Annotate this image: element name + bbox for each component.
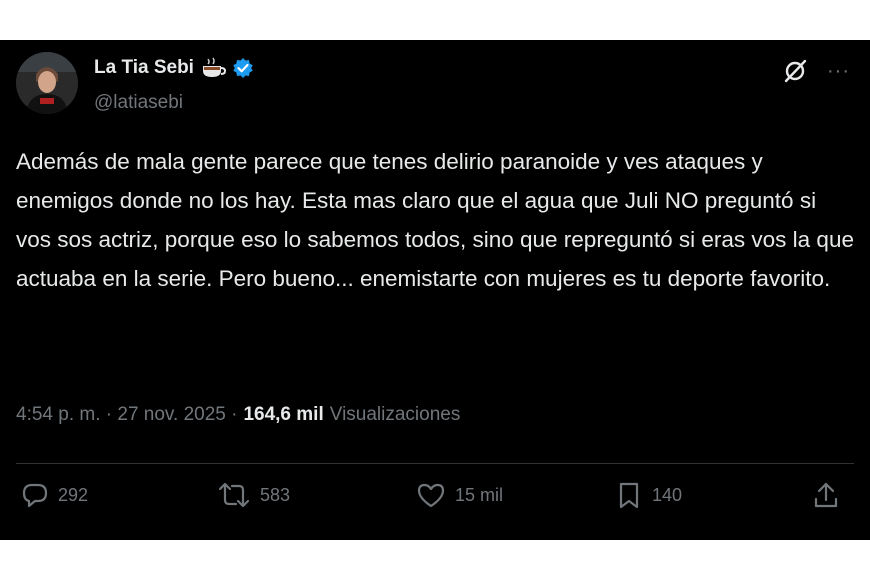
tweet-text: Además de mala gente parece que tenes de…: [16, 149, 854, 291]
coffee-emoji-icon: [200, 57, 226, 79]
reply-count: 292: [58, 484, 89, 505]
divider: [16, 463, 854, 464]
share-icon: [811, 480, 841, 510]
verified-badge-icon[interactable]: [232, 57, 254, 79]
author-handle[interactable]: @latiasebi: [94, 92, 183, 114]
tweet-meta: 4:54 p. m. · 27 nov. 2025 · 164,6 mil Vi…: [16, 404, 460, 426]
tweet-card: La Tia Sebi @latiasebi ··· Además de mal…: [0, 40, 870, 540]
avatar[interactable]: [16, 52, 78, 114]
reply-button[interactable]: 292: [20, 480, 88, 510]
action-bar: 292 583 15 mil 140: [16, 480, 854, 520]
author-name[interactable]: La Tia Sebi: [94, 57, 194, 79]
bookmark-count: 140: [652, 484, 683, 505]
author-name-row: La Tia Sebi: [94, 57, 254, 79]
grok-icon[interactable]: [783, 58, 809, 84]
more-icon[interactable]: ···: [827, 61, 850, 81]
like-button[interactable]: 15 mil: [415, 480, 503, 510]
header-actions: ···: [783, 58, 850, 84]
repost-icon: [216, 480, 252, 510]
views-label: Visualizaciones: [329, 404, 461, 425]
share-button[interactable]: [811, 480, 841, 510]
views-count: 164,6 mil: [243, 404, 324, 425]
repost-button[interactable]: 583: [216, 480, 290, 510]
reply-icon: [20, 480, 50, 510]
bookmark-icon: [614, 480, 644, 510]
bookmark-button[interactable]: 140: [614, 480, 682, 510]
like-count: 15 mil: [455, 484, 504, 505]
repost-count: 583: [260, 484, 291, 505]
like-icon: [415, 480, 447, 510]
tweet-timestamp[interactable]: 4:54 p. m. · 27 nov. 2025 ·: [16, 404, 237, 426]
